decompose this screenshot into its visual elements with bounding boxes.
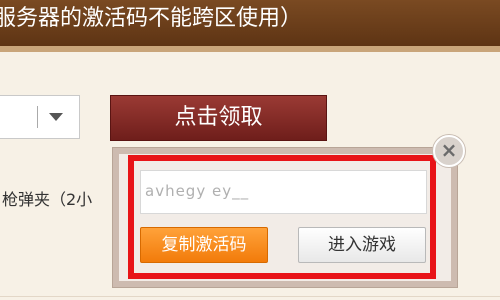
server-select[interactable]: [0, 95, 80, 139]
claim-button[interactable]: 点击领取: [110, 95, 327, 141]
close-icon[interactable]: ×: [433, 135, 465, 167]
highlight-frame: [128, 155, 436, 279]
chevron-down-icon[interactable]: [49, 113, 63, 121]
banner-border: [0, 46, 500, 52]
select-divider: [37, 106, 38, 128]
divider: [0, 296, 500, 297]
reward-item-text: 枪弹夹（2小: [2, 190, 93, 209]
notice-banner: 服务器的激活码不能跨区使用）: [0, 0, 500, 46]
notice-text: 服务器的激活码不能跨区使用）: [0, 6, 303, 31]
